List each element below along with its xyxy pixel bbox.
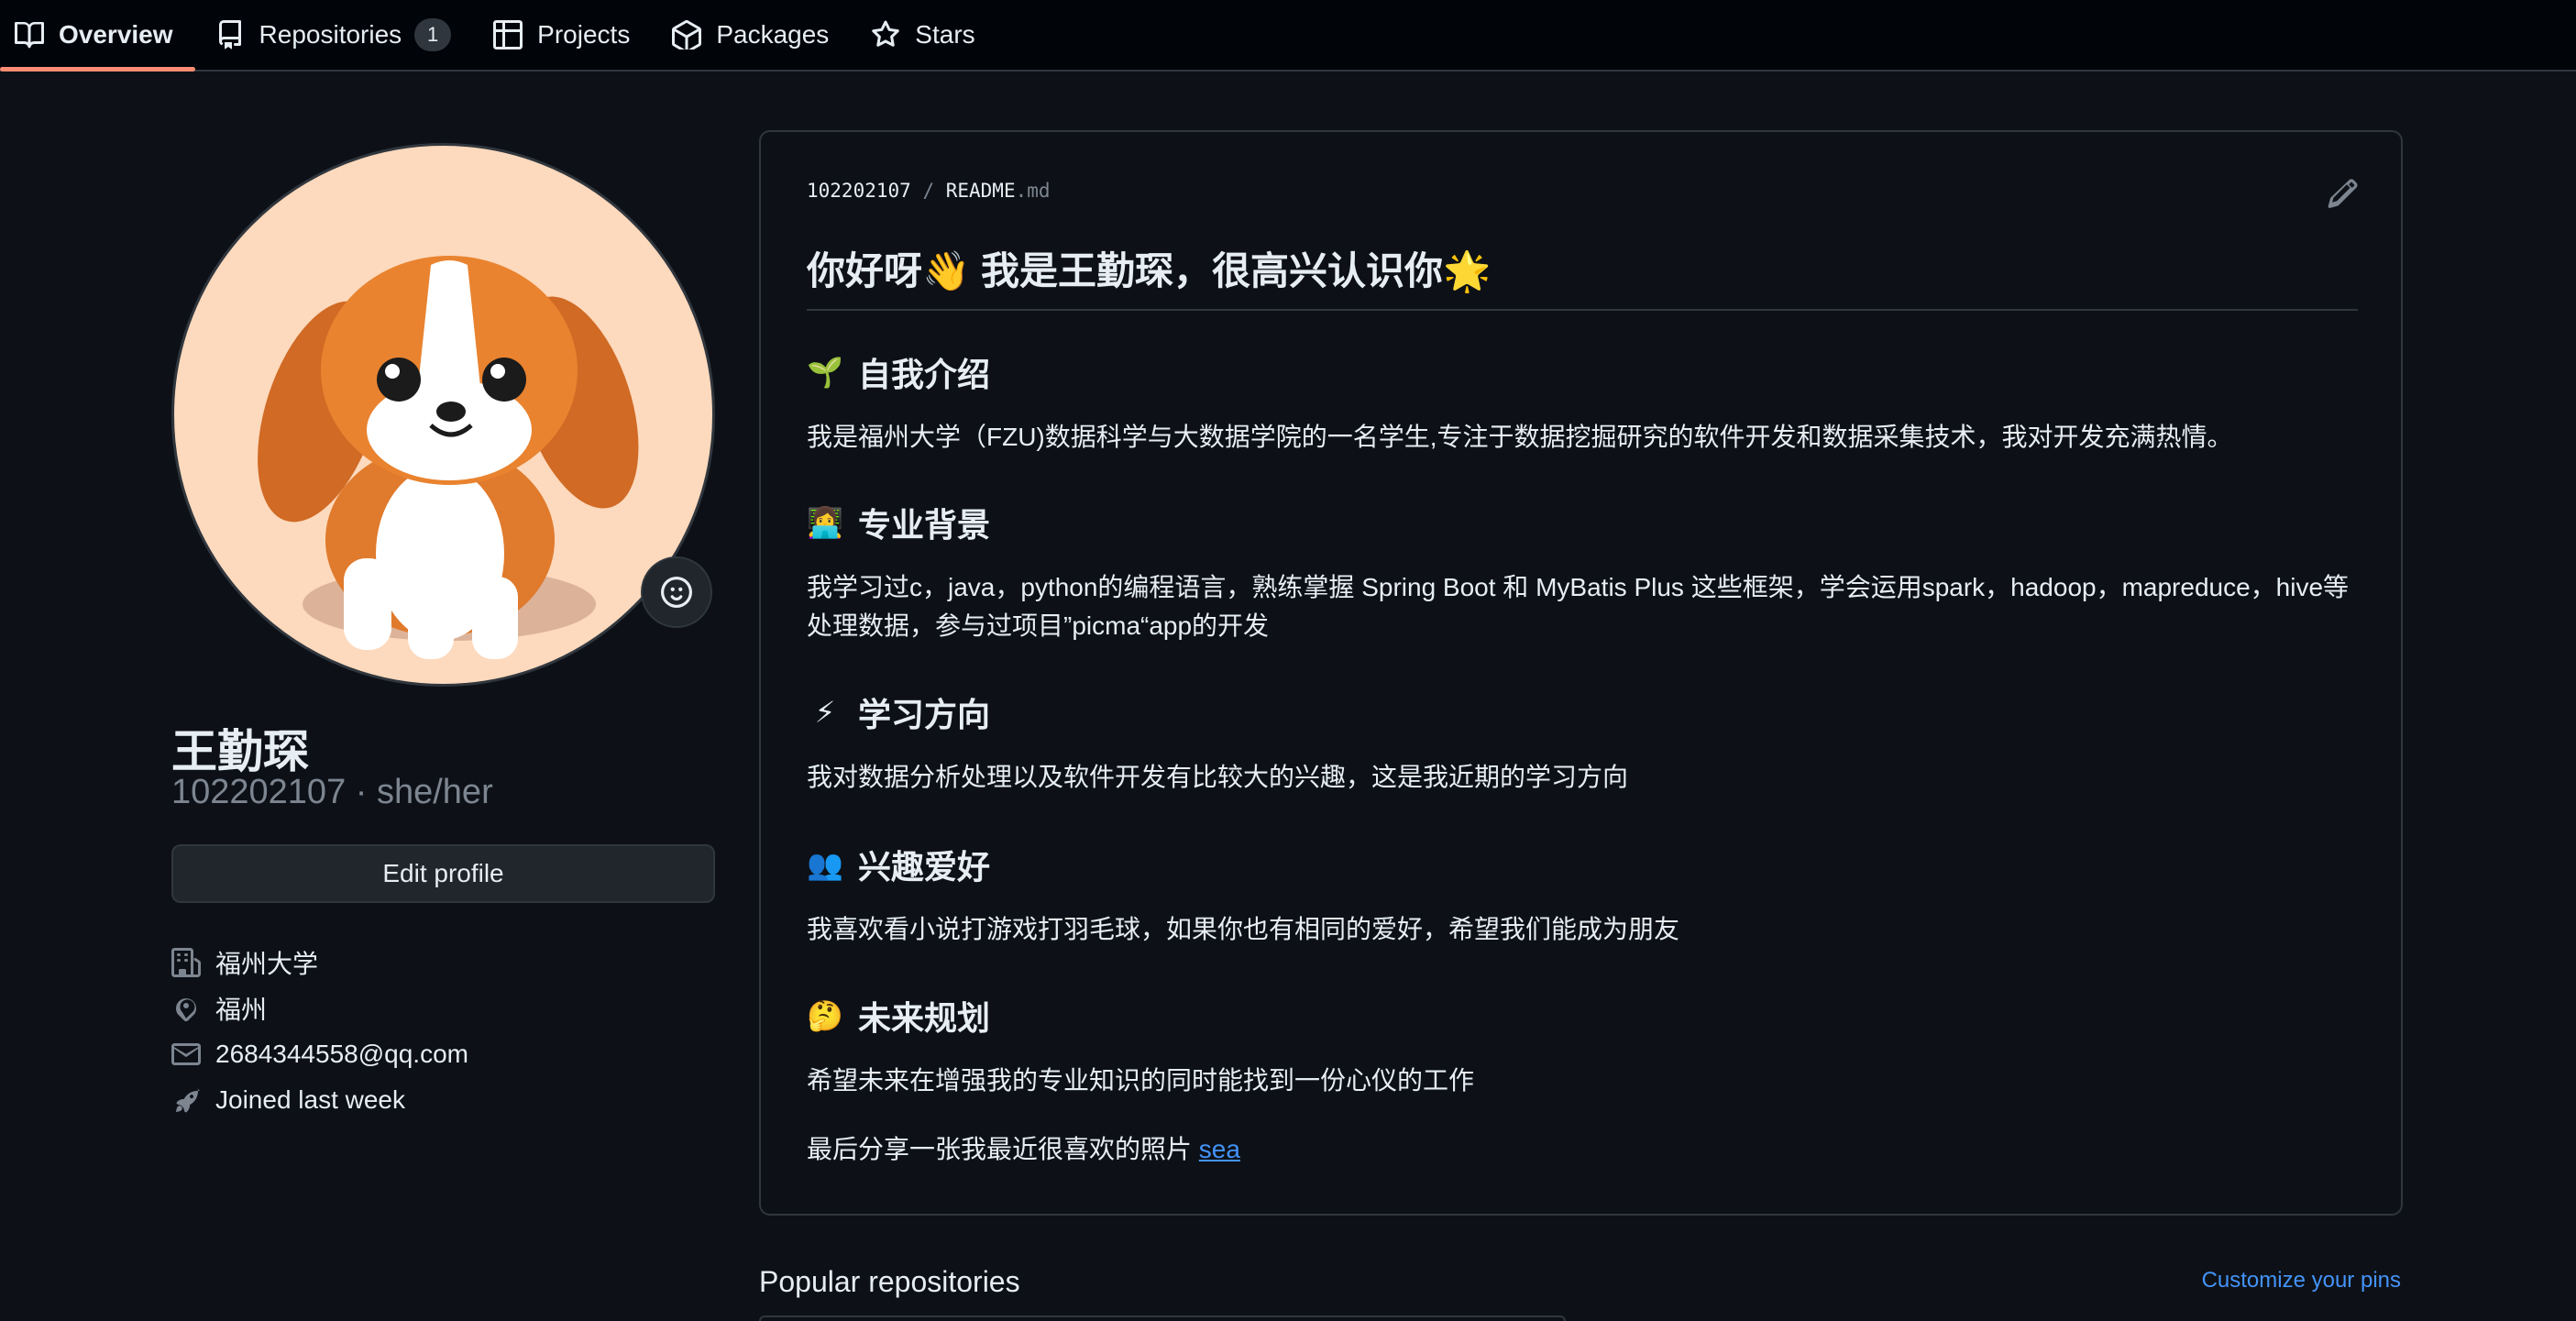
customize-pins-link[interactable]: Customize your pins: [2202, 1268, 2401, 1293]
star-icon: [872, 20, 900, 47]
thinking-face-icon: 🤔: [807, 999, 843, 1032]
lightning-icon: ⚡: [814, 696, 836, 729]
profile-details: 福州大学 福州 2684344558@qq.com Joined last we…: [171, 940, 468, 1123]
tab-projects[interactable]: Projects: [486, 0, 652, 70]
readme-path-user[interactable]: 102202107: [807, 180, 911, 202]
readme-section-hobbies-title: 👥 兴趣爱好: [807, 841, 990, 888]
set-status-button[interactable]: [641, 556, 712, 628]
readme-path-ext: .md: [1015, 180, 1051, 202]
profile-readme: 102202107 / README.md 你好呀👋 我是王勤琛，很高兴认识你🌟…: [759, 130, 2403, 1216]
repositories-count-badge: 1: [414, 18, 452, 51]
seedling-icon: 🌱: [807, 356, 843, 389]
rocket-icon: [176, 1087, 201, 1113]
profile-organization: 福州大学: [171, 940, 468, 985]
profile-email-text[interactable]: 2684344558@qq.com: [215, 1040, 468, 1069]
avatar[interactable]: [171, 143, 715, 687]
section-title: 学习方向: [858, 696, 991, 733]
tab-repositories-label: Repositories: [259, 20, 402, 49]
readme-section-direction-title: ⚡ 学习方向: [807, 688, 990, 736]
profile-tab-nav: Overview Repositories 1 Projects Package…: [0, 0, 2576, 72]
profile-joined: Joined last week: [171, 1077, 468, 1123]
profile-joined-text: Joined last week: [215, 1085, 406, 1114]
profile-username-pronouns: 102202107 · she/her: [171, 773, 493, 811]
profile-email[interactable]: 2684344558@qq.com: [171, 1031, 468, 1077]
book-icon: [15, 22, 44, 49]
profile-location-text: 福州: [215, 996, 268, 1024]
tab-repositories[interactable]: Repositories 1: [208, 0, 474, 70]
organization-icon: [171, 948, 201, 977]
tab-stars-label: Stars: [915, 20, 975, 49]
readme-section-plans-title: 🤔 未来规划: [807, 992, 990, 1040]
location-icon: [176, 998, 196, 1022]
readme-closing-paragraph: 最后分享一张我最近很喜欢的照片 sea: [807, 1130, 2365, 1169]
section-title: 自我介绍: [858, 356, 991, 393]
table-icon: [493, 20, 523, 50]
section-title: 兴趣爱好: [858, 848, 991, 886]
readme-section-hobbies-body: 我喜欢看小说打游戏打羽毛球，如果你也有相同的爱好，希望我们能成为朋友: [807, 915, 1680, 943]
edit-profile-button[interactable]: Edit profile: [171, 844, 715, 903]
profile-organization-text: 福州大学: [215, 950, 319, 978]
pencil-icon[interactable]: [2328, 178, 2359, 209]
tab-packages-label: Packages: [716, 20, 830, 49]
readme-heading: 你好呀👋 我是王勤琛，很高兴认识你🌟: [807, 240, 2358, 311]
technologist-icon: 👩‍💻: [807, 506, 843, 539]
profile-full-name: 王勤琛: [171, 726, 309, 777]
tab-stars[interactable]: Stars: [864, 0, 996, 70]
repo-card-edge: [759, 1315, 1566, 1321]
readme-closing-text: 最后分享一张我最近很喜欢的照片: [807, 1135, 1199, 1163]
tab-projects-label: Projects: [537, 20, 631, 49]
popular-repositories-heading: Popular repositories: [759, 1265, 1020, 1298]
tab-overview[interactable]: Overview: [0, 0, 195, 72]
tab-overview-label: Overview: [59, 20, 173, 49]
readme-section-background-body: 我学习过c，java，python的编程语言，熟练掌握 Spring Boot …: [807, 573, 2350, 640]
readme-path: 102202107 / README.md: [807, 180, 1051, 202]
readme-section-background-title: 👩‍💻 专业背景: [807, 499, 990, 546]
profile-location: 福州: [171, 985, 468, 1031]
repo-icon: [218, 20, 241, 50]
section-title: 未来规划: [858, 999, 991, 1037]
mail-icon: [171, 1043, 201, 1065]
people-icon: 👥: [807, 848, 843, 881]
sea-photo-link[interactable]: sea: [1199, 1135, 1240, 1163]
section-title: 专业背景: [858, 506, 991, 544]
readme-section-direction-body: 我对数据分析处理以及软件开发有比较大的兴趣，这是我近期的学习方向: [807, 763, 1629, 791]
readme-section-intro-title: 🌱 自我介绍: [807, 348, 990, 396]
package-icon: [672, 20, 702, 50]
readme-section-intro-body: 我是福州大学（FZU)数据科学与大数据学院的一名学生,专注于数据挖掘研究的软件开…: [807, 423, 2233, 451]
readme-path-separator: /: [910, 180, 946, 202]
readme-path-file[interactable]: README: [946, 180, 1016, 202]
smiley-icon: [661, 577, 692, 608]
tab-packages[interactable]: Packages: [665, 0, 851, 70]
puppy-avatar-image: [258, 256, 639, 659]
readme-section-plans-body: 希望未来在增强我的专业知识的同时能找到一份心仪的工作: [807, 1066, 1475, 1095]
